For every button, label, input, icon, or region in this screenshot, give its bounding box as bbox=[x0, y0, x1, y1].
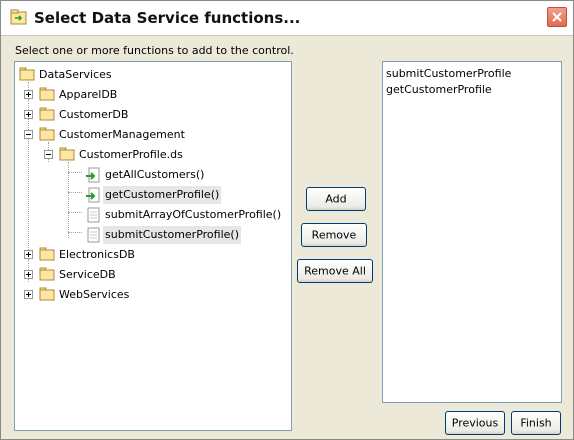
dialog-window: Select Data Service functions... Select … bbox=[0, 0, 574, 440]
finish-button[interactable]: Finish bbox=[511, 411, 561, 435]
list-item[interactable]: getCustomerProfile bbox=[386, 82, 492, 98]
instruction-text: Select one or more functions to add to t… bbox=[15, 44, 294, 57]
document-icon bbox=[85, 207, 101, 229]
folder-icon bbox=[39, 267, 55, 287]
remove-all-button-label: Remove All bbox=[304, 264, 366, 278]
method-arrow-icon bbox=[85, 167, 101, 189]
expand-icon[interactable] bbox=[24, 110, 33, 119]
expand-icon[interactable] bbox=[24, 90, 33, 99]
tree-item-label: getCustomerProfile() bbox=[103, 186, 222, 204]
folder-icon bbox=[59, 147, 75, 167]
tree-item-label: ElectronicsDB bbox=[59, 248, 135, 261]
collapse-icon[interactable] bbox=[24, 130, 33, 139]
folder-icon bbox=[39, 287, 55, 307]
add-button[interactable]: Add bbox=[306, 187, 366, 211]
folder-icon bbox=[39, 247, 55, 267]
selected-functions-list[interactable]: submitCustomerProfile getCustomerProfile bbox=[382, 61, 562, 403]
method-arrow-icon bbox=[85, 187, 101, 209]
tree-connector bbox=[68, 192, 82, 193]
function-tree[interactable]: DataServices ApparelDB CustomerDB Custom… bbox=[14, 61, 292, 431]
list-item[interactable]: submitCustomerProfile bbox=[386, 66, 511, 82]
tree-item-label: CustomerManagement bbox=[59, 128, 185, 141]
tree-item-label: submitArrayOfCustomerProfile() bbox=[105, 208, 282, 221]
title-bar: Select Data Service functions... bbox=[1, 1, 573, 36]
remove-button[interactable]: Remove bbox=[301, 223, 367, 247]
tree-item-label: CustomerProfile.ds bbox=[79, 148, 183, 161]
previous-button[interactable]: Previous bbox=[445, 411, 505, 435]
window-title: Select Data Service functions... bbox=[34, 9, 301, 27]
close-button[interactable] bbox=[547, 7, 567, 27]
tree-connector bbox=[68, 212, 82, 213]
tree-item-label: CustomerDB bbox=[59, 108, 129, 121]
folder-icon bbox=[39, 107, 55, 127]
close-icon bbox=[552, 12, 562, 22]
finish-button-label: Finish bbox=[520, 416, 552, 430]
tree-item-label: ApparelDB bbox=[59, 88, 118, 101]
tree-connector bbox=[68, 232, 82, 233]
remove-button-label: Remove bbox=[311, 228, 357, 242]
expand-icon[interactable] bbox=[24, 290, 33, 299]
tree-connector bbox=[68, 172, 82, 173]
folder-icon bbox=[19, 67, 35, 87]
folder-icon bbox=[39, 127, 55, 147]
tree-item-label: submitCustomerProfile() bbox=[103, 226, 241, 244]
add-button-label: Add bbox=[325, 192, 347, 206]
remove-all-button[interactable]: Remove All bbox=[297, 259, 373, 283]
tree-item-label: getAllCustomers() bbox=[105, 168, 205, 181]
previous-button-label: Previous bbox=[451, 416, 499, 430]
tree-item-label: DataServices bbox=[39, 68, 112, 81]
data-service-icon bbox=[10, 9, 28, 25]
expand-icon[interactable] bbox=[24, 270, 33, 279]
expand-icon[interactable] bbox=[24, 250, 33, 259]
tree-item-label: ServiceDB bbox=[59, 268, 116, 281]
collapse-icon[interactable] bbox=[44, 150, 53, 159]
tree-connector bbox=[68, 162, 69, 238]
folder-icon bbox=[39, 87, 55, 107]
tree-item-label: WebServices bbox=[59, 288, 130, 301]
